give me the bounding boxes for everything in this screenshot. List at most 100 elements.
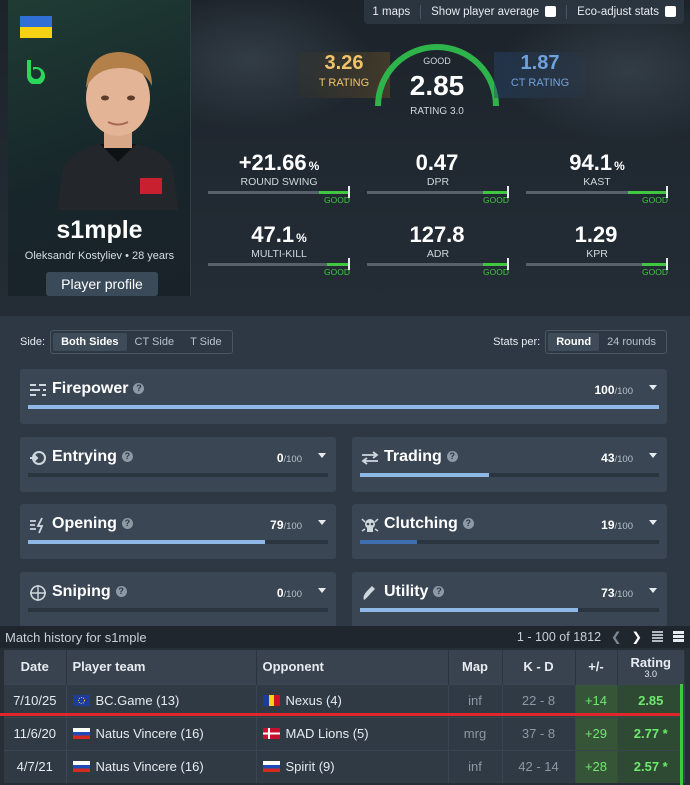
list-view-icon[interactable] — [652, 631, 663, 642]
chevron-down-icon[interactable] — [649, 520, 657, 525]
category-utility[interactable]: Utility? 73/100 — [352, 572, 667, 627]
clutching-icon — [361, 518, 379, 532]
stat-value: 47.1 — [251, 222, 295, 247]
match-rating: 2.77 * — [617, 716, 685, 750]
side-option-t[interactable]: T Side — [182, 333, 230, 351]
category-bar — [360, 540, 659, 544]
chevron-down-icon[interactable] — [318, 520, 326, 525]
help-icon[interactable]: ? — [462, 518, 474, 529]
stat-unit: % — [614, 159, 625, 173]
show-average-checkbox[interactable] — [545, 6, 557, 18]
highlight-underline — [0, 713, 680, 716]
col-kd[interactable]: K - D — [502, 650, 576, 684]
next-page-icon[interactable]: ❯ — [632, 629, 642, 644]
chevron-down-icon[interactable] — [649, 453, 657, 458]
eco-adjust-toggle[interactable]: Eco-adjust stats — [577, 6, 676, 18]
help-icon[interactable]: ? — [115, 586, 127, 597]
category-score: 0/100 — [276, 586, 302, 600]
player-portrait — [58, 52, 178, 210]
chevron-down-icon[interactable] — [649, 588, 657, 593]
player-fullname-age: Oleksandr Kostyliev • 28 years — [24, 250, 175, 262]
player-fullname: Oleksandr Kostyliev — [24, 250, 123, 262]
help-icon[interactable]: ? — [133, 383, 145, 394]
stat-label: ADR — [426, 248, 450, 260]
help-icon[interactable]: ? — [446, 451, 458, 462]
help-icon[interactable]: ? — [121, 518, 133, 529]
stat-categories-section: Side: Both Sides CT Side T Side Stats pe… — [0, 316, 690, 627]
prev-page-icon[interactable]: ❮ — [611, 629, 621, 644]
stat-label: KPR — [586, 248, 608, 260]
category-bar — [28, 608, 328, 612]
stat-adr: 127.8 ADR GOOD — [367, 222, 509, 277]
chevron-down-icon[interactable] — [649, 385, 657, 390]
match-team[interactable]: Natus Vincere (16) — [66, 749, 257, 783]
stat-dpr: 0.47 DPR GOOD — [367, 150, 509, 205]
player-stats-page: 1 maps Show player average Eco-adjust st… — [0, 0, 690, 785]
chevron-down-icon[interactable] — [318, 588, 326, 593]
col-plus-minus[interactable]: +/- — [575, 650, 618, 684]
crosshair-icon — [30, 585, 46, 601]
stats-per-option-round[interactable]: Round — [548, 333, 600, 351]
compact-view-icon[interactable] — [673, 631, 684, 642]
stat-label: MULTI-KILL — [251, 248, 307, 260]
category-sniping[interactable]: Sniping? 0/100 — [20, 572, 336, 627]
category-score: 100/100 — [594, 383, 633, 397]
show-average-toggle[interactable]: Show player average — [431, 6, 557, 18]
category-bar — [28, 540, 328, 544]
category-score: 43/100 — [601, 451, 633, 465]
category-score: 19/100 — [601, 518, 633, 532]
stat-badge: GOOD — [483, 195, 509, 205]
stat-badge: GOOD — [483, 267, 509, 277]
player-profile-button[interactable]: Player profile — [46, 272, 158, 296]
category-clutching[interactable]: Clutching? 19/100 — [352, 504, 667, 559]
opening-icon — [30, 517, 44, 534]
help-icon[interactable]: ? — [433, 586, 445, 597]
ct-rating-value: 1.87 — [520, 52, 560, 74]
chevron-down-icon[interactable] — [318, 453, 326, 458]
ct-rating: 1.87 CT RATING — [494, 52, 586, 98]
stat-badge: GOOD — [324, 195, 350, 205]
category-bar — [28, 473, 328, 477]
denmark-flag-icon — [262, 728, 280, 739]
category-bar — [28, 405, 659, 409]
match-opponent[interactable]: Spirit (9) — [256, 749, 449, 783]
col-rating[interactable]: Rating 3.0 — [617, 650, 685, 684]
category-entrying[interactable]: Entrying? 0/100 — [20, 437, 336, 492]
side-option-ct[interactable]: CT Side — [127, 333, 183, 351]
stat-bar — [526, 186, 668, 198]
stat-value: +21.66 — [238, 150, 307, 175]
category-name: Trading — [384, 448, 442, 465]
match-date: 11/6/20 — [4, 716, 67, 750]
match-kd: 42 - 14 — [502, 749, 576, 783]
match-history: Match history for s1mple 1 - 100 of 1812… — [0, 626, 690, 785]
stat-badge: GOOD — [642, 267, 668, 277]
match-date: 4/7/21 — [4, 749, 67, 783]
col-date[interactable]: Date — [4, 650, 67, 684]
side-filter-label: Side: — [20, 336, 46, 348]
stat-label: DPR — [426, 176, 450, 188]
col-map[interactable]: Map — [448, 650, 503, 684]
eco-adjust-checkbox[interactable] — [665, 6, 676, 18]
match-history-table: Date Player team Opponent Map K - D +/- … — [4, 650, 685, 783]
stat-value: 0.47 — [415, 150, 459, 175]
stat-kpr: 1.29 KPR GOOD — [526, 222, 668, 277]
col-opponent[interactable]: Opponent — [256, 650, 449, 684]
match-team[interactable]: Natus Vincere (16) — [66, 716, 257, 750]
category-trading[interactable]: Trading? 43/100 — [352, 437, 667, 492]
stats-per-option-24-rounds[interactable]: 24 rounds — [599, 333, 664, 351]
side-option-both[interactable]: Both Sides — [53, 333, 127, 351]
match-kd: 37 - 8 — [502, 716, 576, 750]
stat-label: KAST — [583, 176, 611, 188]
match-opponent[interactable]: MAD Lions (5) — [256, 716, 449, 750]
table-row[interactable]: 11/6/20 Natus Vincere (16) MAD Lions (5)… — [4, 716, 685, 750]
help-icon[interactable]: ? — [121, 451, 133, 462]
match-rating: 2.57 * — [617, 749, 685, 783]
stat-round-swing: +21.66% ROUND SWING GOOD — [208, 150, 350, 205]
table-row[interactable]: 4/7/21 Natus Vincere (16) Spirit (9) inf… — [4, 749, 685, 783]
category-opening[interactable]: Opening? 79/100 — [20, 504, 336, 559]
stats-per-label: Stats per: — [493, 336, 541, 348]
category-firepower[interactable]: Firepower? 100/100 — [20, 369, 667, 424]
match-plus-minus: +29 — [575, 716, 618, 750]
stat-badge: GOOD — [324, 267, 350, 277]
col-player-team[interactable]: Player team — [66, 650, 257, 684]
